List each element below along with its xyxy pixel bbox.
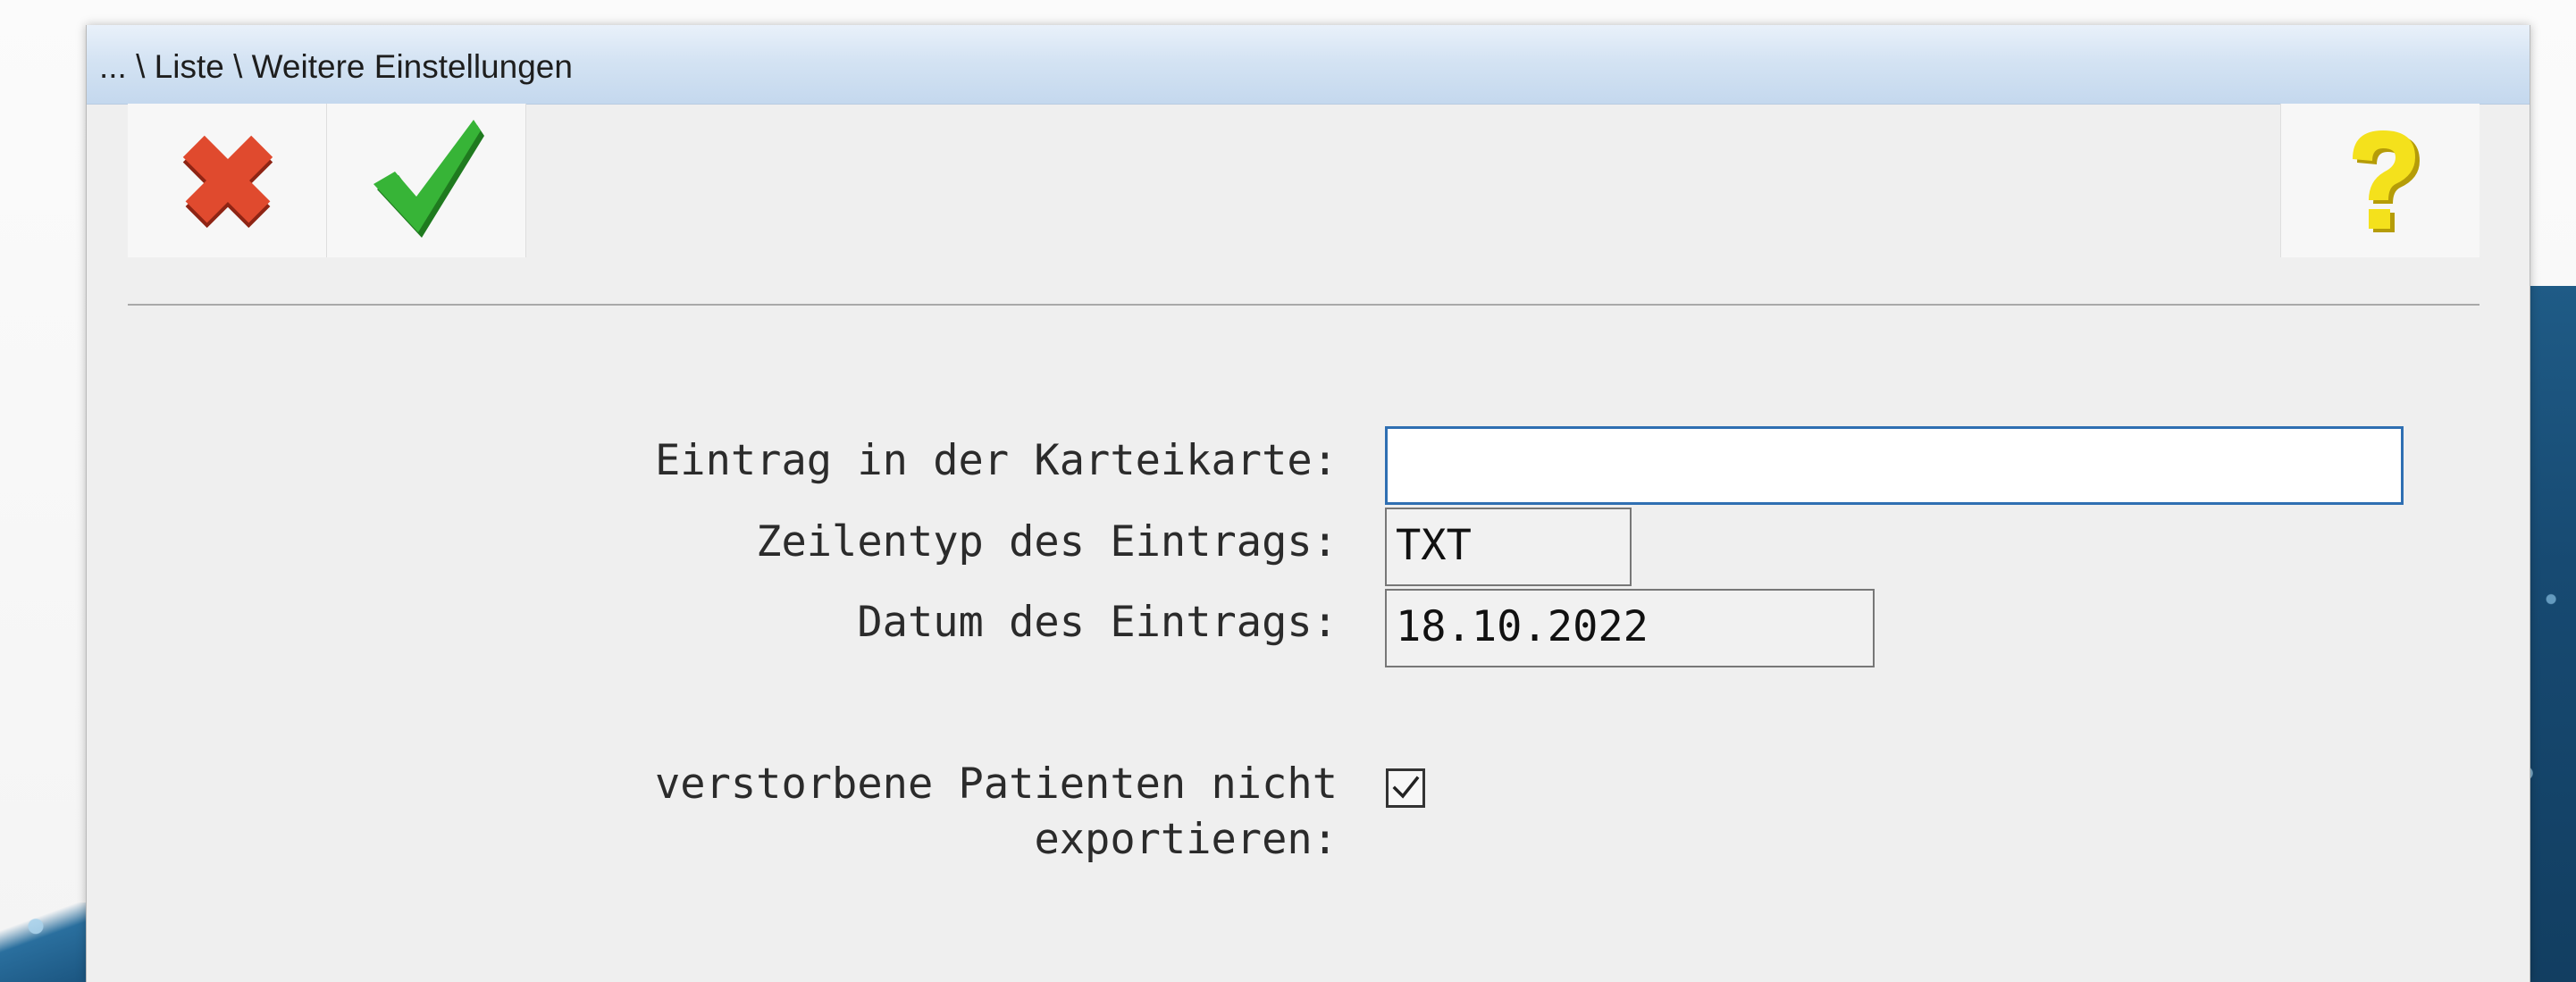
cancel-button[interactable] bbox=[128, 104, 327, 257]
linetype-label: Zeilentyp des Eintrags: bbox=[756, 517, 1338, 567]
ok-button[interactable] bbox=[327, 104, 526, 257]
date-label: Datum des Eintrags: bbox=[857, 598, 1338, 647]
checkmark-icon bbox=[1392, 776, 1420, 799]
deceased-checkbox[interactable] bbox=[1386, 768, 1425, 808]
entry-input[interactable] bbox=[1385, 426, 2404, 505]
desktop-wallpaper-left bbox=[0, 902, 89, 982]
toolbar-separator bbox=[128, 304, 2480, 306]
yellow-question-mark-icon bbox=[2353, 130, 2420, 232]
title-bar[interactable]: ... \ Liste \ Weitere Einstellungen bbox=[87, 25, 2530, 105]
linetype-field[interactable]: TXT bbox=[1385, 508, 1632, 586]
red-x-icon bbox=[182, 135, 273, 229]
entry-label: Eintrag in der Karteikarte: bbox=[654, 436, 1338, 485]
deceased-label-line2: exportieren: bbox=[1034, 815, 1338, 864]
window-title: ... \ Liste \ Weitere Einstellungen bbox=[99, 48, 573, 85]
help-button[interactable] bbox=[2280, 104, 2480, 257]
settings-dialog: ... \ Liste \ Weitere Einstellungen Eint… bbox=[86, 25, 2530, 982]
deceased-label-line1: verstorbene Patienten nicht bbox=[654, 760, 1338, 809]
green-checkmark-icon bbox=[373, 120, 484, 238]
date-field[interactable]: 18.10.2022 bbox=[1385, 589, 1875, 667]
